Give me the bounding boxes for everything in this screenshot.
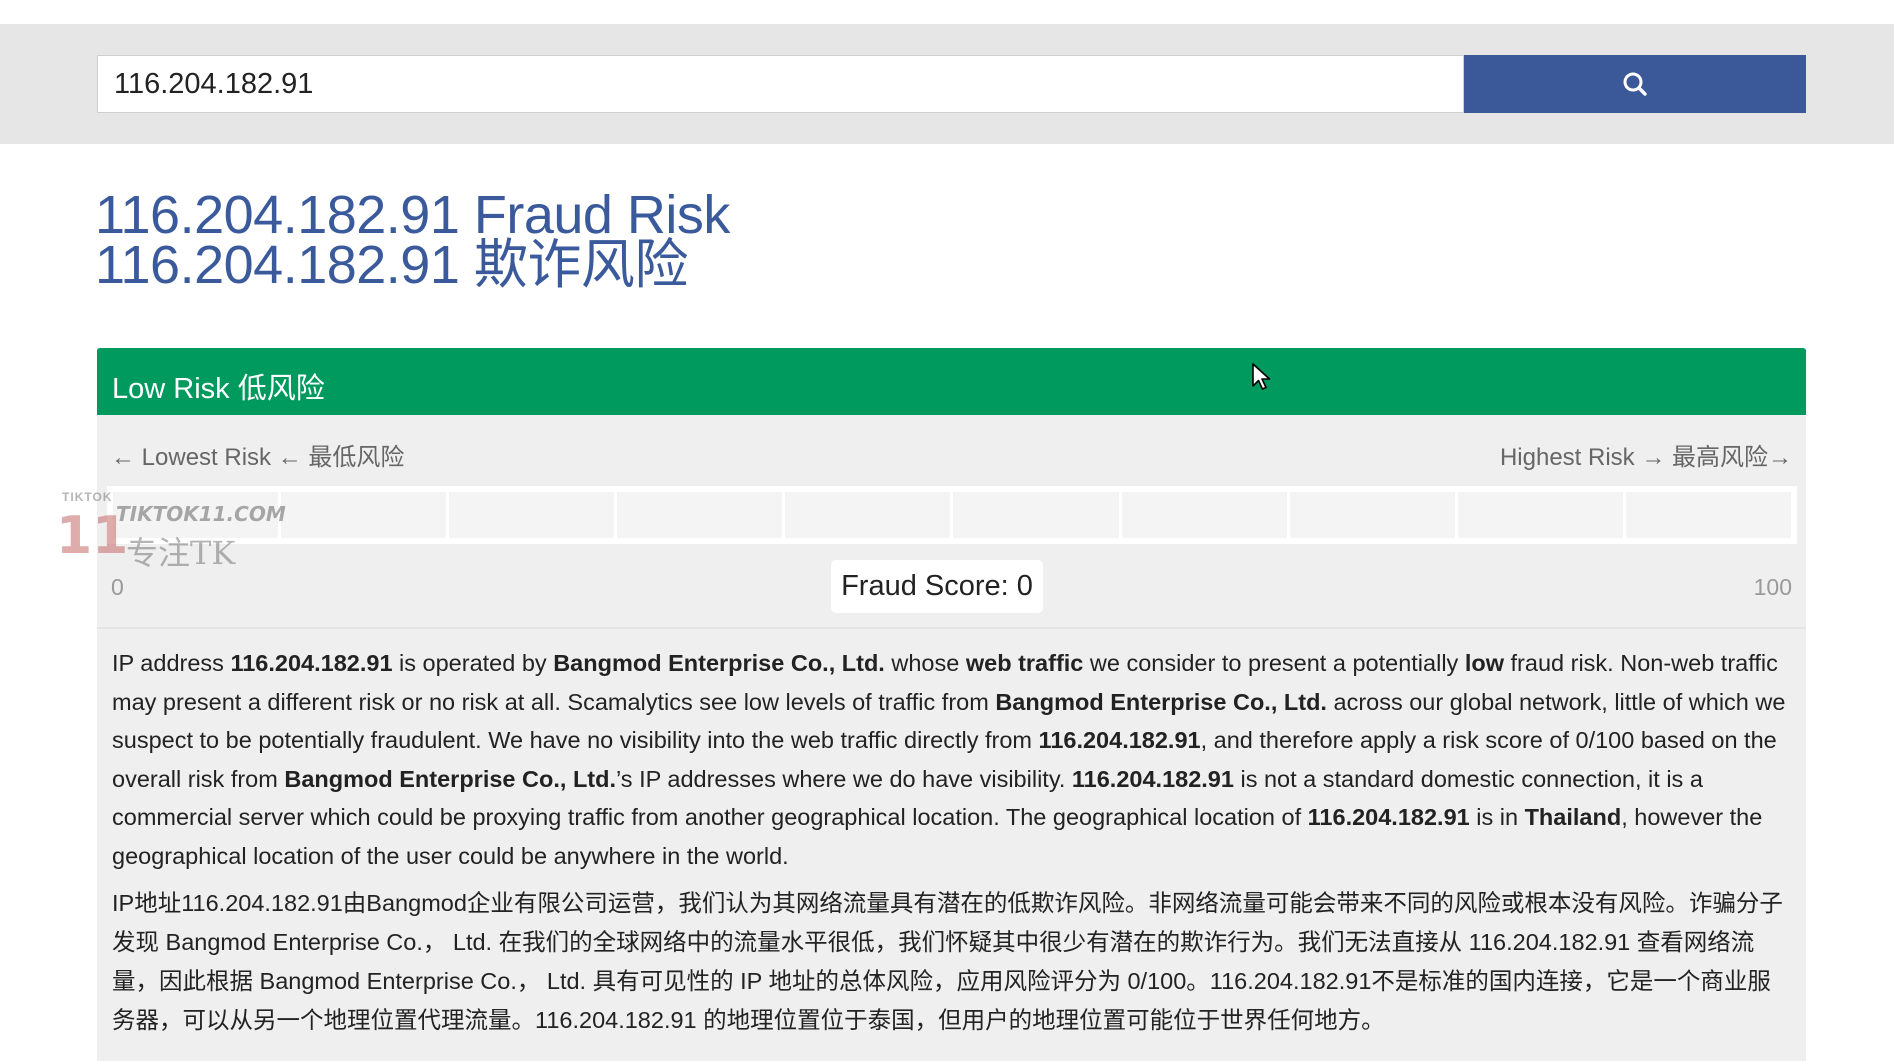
risk-meter-segment xyxy=(1289,492,1455,538)
risk-level-label: Low Risk 低风险 xyxy=(112,373,325,405)
risk-panel: Low Risk 低风险 ← Lowest Risk ← 最低风险 Highes… xyxy=(97,348,1806,1061)
description-highlight: web traffic xyxy=(965,650,1084,676)
risk-level-header: Low Risk 低风险 xyxy=(97,348,1806,415)
divider xyxy=(97,627,1806,629)
description-highlight: 116.204.182.91 xyxy=(1071,765,1234,792)
description-text: IP address xyxy=(112,650,231,676)
risk-meter-segment xyxy=(953,492,1119,538)
risk-meter-segment xyxy=(1121,492,1287,538)
watermark-logo: TIKTOK 11 TIKTOK11.COM 专注TK xyxy=(56,490,286,572)
mouse-cursor-icon xyxy=(1252,363,1271,390)
description-text: is operated by xyxy=(392,650,554,676)
description-highlight: 116.204.182.91 xyxy=(1307,804,1470,830)
description-text: we consider to present a potentially xyxy=(1083,650,1465,676)
page-title: 116.204.182.91 Fraud Risk 116.204.182.91… xyxy=(95,185,730,295)
description-highlight: Bangmod Enterprise Co., Ltd. xyxy=(995,688,1327,715)
description-text: whose xyxy=(884,650,966,676)
scale-min-tick: 0 xyxy=(111,574,124,600)
risk-meter-segment xyxy=(449,492,615,538)
search-bar xyxy=(0,24,1894,144)
watermark-tagline: 专注TK xyxy=(126,534,236,572)
page-title-en: 116.204.182.91 Fraud Risk xyxy=(95,185,730,245)
description-highlight: Bangmod Enterprise Co., Ltd. xyxy=(553,650,885,676)
risk-meter-segment xyxy=(1457,492,1623,538)
description-english: IP address 116.204.182.91 is operated by… xyxy=(112,644,1792,875)
description-highlight: 116.204.182.91 xyxy=(230,650,393,676)
risk-meter-segment xyxy=(281,492,447,538)
risk-meter xyxy=(107,486,1797,544)
description-highlight: Bangmod Enterprise Co., Ltd. xyxy=(284,765,617,792)
description-text: ’s IP addresses where we do have visibil… xyxy=(616,765,1072,792)
risk-meter-segment xyxy=(1625,492,1791,538)
watermark-site: TIKTOK11.COM xyxy=(116,502,286,526)
scale-highest-label: Highest Risk → 最高风险→ xyxy=(1499,444,1792,471)
search-input[interactable] xyxy=(97,55,1464,113)
search-icon xyxy=(1623,72,1647,96)
description-highlight: low xyxy=(1464,650,1504,676)
description-highlight: Thailand xyxy=(1524,804,1622,830)
search-button[interactable] xyxy=(1464,55,1806,113)
risk-meter-segment xyxy=(617,492,783,538)
scale-max-tick: 100 xyxy=(1753,574,1792,600)
description-chinese: IP地址116.204.182.91由Bangmod企业有限公司运营，我们认为其… xyxy=(112,890,1783,1033)
fraud-score: Fraud Score: 0 xyxy=(831,560,1043,613)
page-title-zh: 116.204.182.91 欺诈风险 xyxy=(95,235,688,295)
risk-meter-segment xyxy=(785,492,951,538)
description-highlight: 116.204.182.91 xyxy=(1038,727,1201,753)
scale-lowest-label: ← Lowest Risk ← 最低风险 xyxy=(111,444,405,471)
watermark-top-text: TIKTOK xyxy=(62,490,113,504)
description-text: is in xyxy=(1469,804,1525,830)
